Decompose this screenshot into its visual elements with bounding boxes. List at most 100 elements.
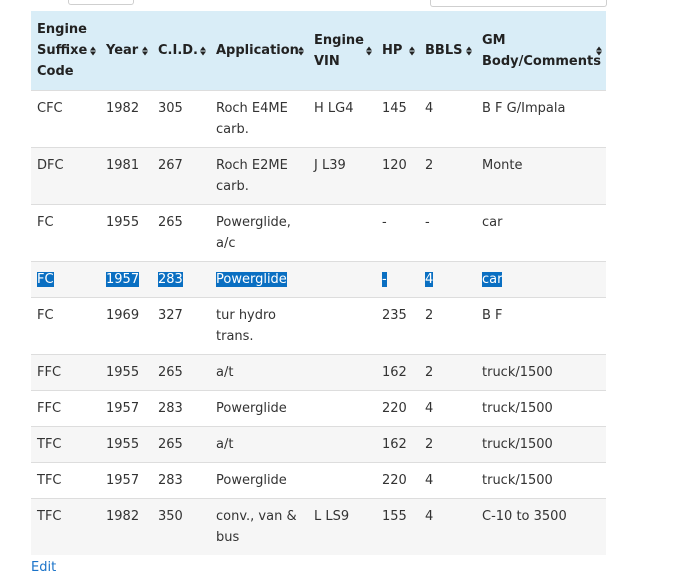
table-row: CFC 1982 305 Roch E4ME carb. H LG4 145 4… (31, 90, 606, 148)
cell-text: a/t (216, 437, 234, 452)
selected-text: car (482, 272, 503, 287)
selected-text: - (382, 272, 387, 287)
cell-text: 1957 (106, 473, 140, 488)
sort-icon[interactable] (366, 46, 372, 55)
cell-cid: 327 (152, 297, 210, 355)
cell-text: 4 (425, 473, 434, 488)
cell-bbls: 2 (419, 426, 476, 463)
cell-text: B F (482, 308, 503, 323)
cell-text: B F G/Impala (482, 101, 566, 116)
sort-icon[interactable] (596, 46, 602, 55)
cell-text: Powerglide (216, 401, 287, 416)
cell-text: 2 (425, 437, 434, 452)
cell-text: TFC (37, 509, 62, 524)
cell-text: TFC (37, 473, 62, 488)
cell-text: Monte (482, 158, 523, 173)
cell-text: 1957 (106, 401, 140, 416)
cell-bbls: 4 (419, 90, 476, 148)
cell-bbls: 2 (419, 354, 476, 391)
selected-text: FC (37, 272, 54, 287)
col-header-hp[interactable]: HP (376, 11, 419, 91)
search-input-partial[interactable] (430, 0, 607, 7)
cell-text: 327 (158, 308, 183, 323)
cell-suffix: FC (31, 261, 100, 298)
cell-cid: 283 (152, 390, 210, 427)
cell-application: a/t (210, 354, 308, 391)
cell-text: tur hydro trans. (216, 308, 277, 344)
cell-text: FC (37, 308, 54, 323)
cell-suffix: DFC (31, 147, 100, 205)
cell-text: 155 (382, 509, 407, 524)
cell-application: Powerglide (210, 261, 308, 298)
cell-vin (308, 390, 376, 427)
cell-text: 1982 (106, 101, 140, 116)
cell-year: 1981 (100, 147, 152, 205)
cell-text: 162 (382, 365, 407, 380)
selected-text: 4 (425, 272, 434, 287)
cell-hp: 162 (376, 426, 419, 463)
sort-icon[interactable] (142, 46, 148, 55)
cell-comments: Monte (476, 147, 606, 205)
cell-bbls: 4 (419, 390, 476, 427)
cell-application: tur hydro trans. (210, 297, 308, 355)
cell-year: 1955 (100, 426, 152, 463)
cell-vin (308, 426, 376, 463)
cell-vin (308, 462, 376, 499)
table-row: TFC 1955 265 a/t 162 2 truck/1500 (31, 426, 606, 463)
cell-suffix: FFC (31, 354, 100, 391)
cell-text: 145 (382, 101, 407, 116)
col-header-gm-body-comments[interactable]: GM Body/Comments (476, 11, 606, 91)
sort-icon[interactable] (409, 46, 415, 55)
header-row: Engine Suffixe Code Year C.I.D. Applicat… (31, 11, 606, 91)
cell-text: 2 (425, 365, 434, 380)
cell-text: FFC (37, 401, 62, 416)
cell-text: 1982 (106, 509, 140, 524)
table-row: DFC 1981 267 Roch E2ME carb. J L39 120 2… (31, 147, 606, 205)
cell-text: truck/1500 (482, 437, 553, 452)
cell-hp: 235 (376, 297, 419, 355)
col-header-label: GM Body/Comments (482, 32, 601, 69)
table-row: FFC 1957 283 Powerglide 220 4 truck/1500 (31, 390, 606, 427)
col-header-cid[interactable]: C.I.D. (152, 11, 210, 91)
cell-text: 1969 (106, 308, 140, 323)
cell-text: TFC (37, 437, 62, 452)
cell-comments: car (476, 204, 606, 262)
cell-text: FFC (37, 365, 62, 380)
toolbar-button-partial[interactable] (68, 0, 134, 5)
cell-text: 267 (158, 158, 183, 173)
cell-comments: B F G/Impala (476, 90, 606, 148)
cell-text: Roch E2ME carb. (216, 158, 288, 194)
cell-hp: 120 (376, 147, 419, 205)
cell-application: conv., van & bus (210, 498, 308, 555)
table-row: FFC 1955 265 a/t 162 2 truck/1500 (31, 354, 606, 391)
col-header-engine-vin[interactable]: Engine VIN (308, 11, 376, 91)
cell-year: 1982 (100, 498, 152, 555)
cell-text: H LG4 (314, 101, 354, 116)
cell-application: Powerglide (210, 462, 308, 499)
sort-icon[interactable] (298, 46, 304, 55)
cell-text: conv., van & bus (216, 509, 297, 545)
table-row: TFC 1982 350 conv., van & bus L LS9 155 … (31, 498, 606, 555)
cell-comments: B F (476, 297, 606, 355)
sort-icon[interactable] (90, 46, 96, 55)
cell-comments: truck/1500 (476, 390, 606, 427)
cell-suffix: TFC (31, 426, 100, 463)
cell-application: Roch E4ME carb. (210, 90, 308, 148)
col-header-application[interactable]: Application (210, 11, 308, 91)
cell-application: a/t (210, 426, 308, 463)
cell-hp: 220 (376, 462, 419, 499)
table-row: TFC 1957 283 Powerglide 220 4 truck/1500 (31, 462, 606, 499)
edit-link[interactable]: Edit (31, 560, 56, 575)
cell-year: 1955 (100, 354, 152, 391)
cell-year: 1955 (100, 204, 152, 262)
col-header-year[interactable]: Year (100, 11, 152, 91)
col-header-bbls[interactable]: BBLS (419, 11, 476, 91)
cell-year: 1982 (100, 90, 152, 148)
sort-icon[interactable] (200, 46, 206, 55)
sort-icon[interactable] (466, 46, 472, 55)
cell-text: truck/1500 (482, 365, 553, 380)
col-header-engine-suffix-code[interactable]: Engine Suffixe Code (31, 11, 100, 91)
cell-text: 220 (382, 473, 407, 488)
cell-suffix: TFC (31, 462, 100, 499)
cell-bbls: - (419, 204, 476, 262)
